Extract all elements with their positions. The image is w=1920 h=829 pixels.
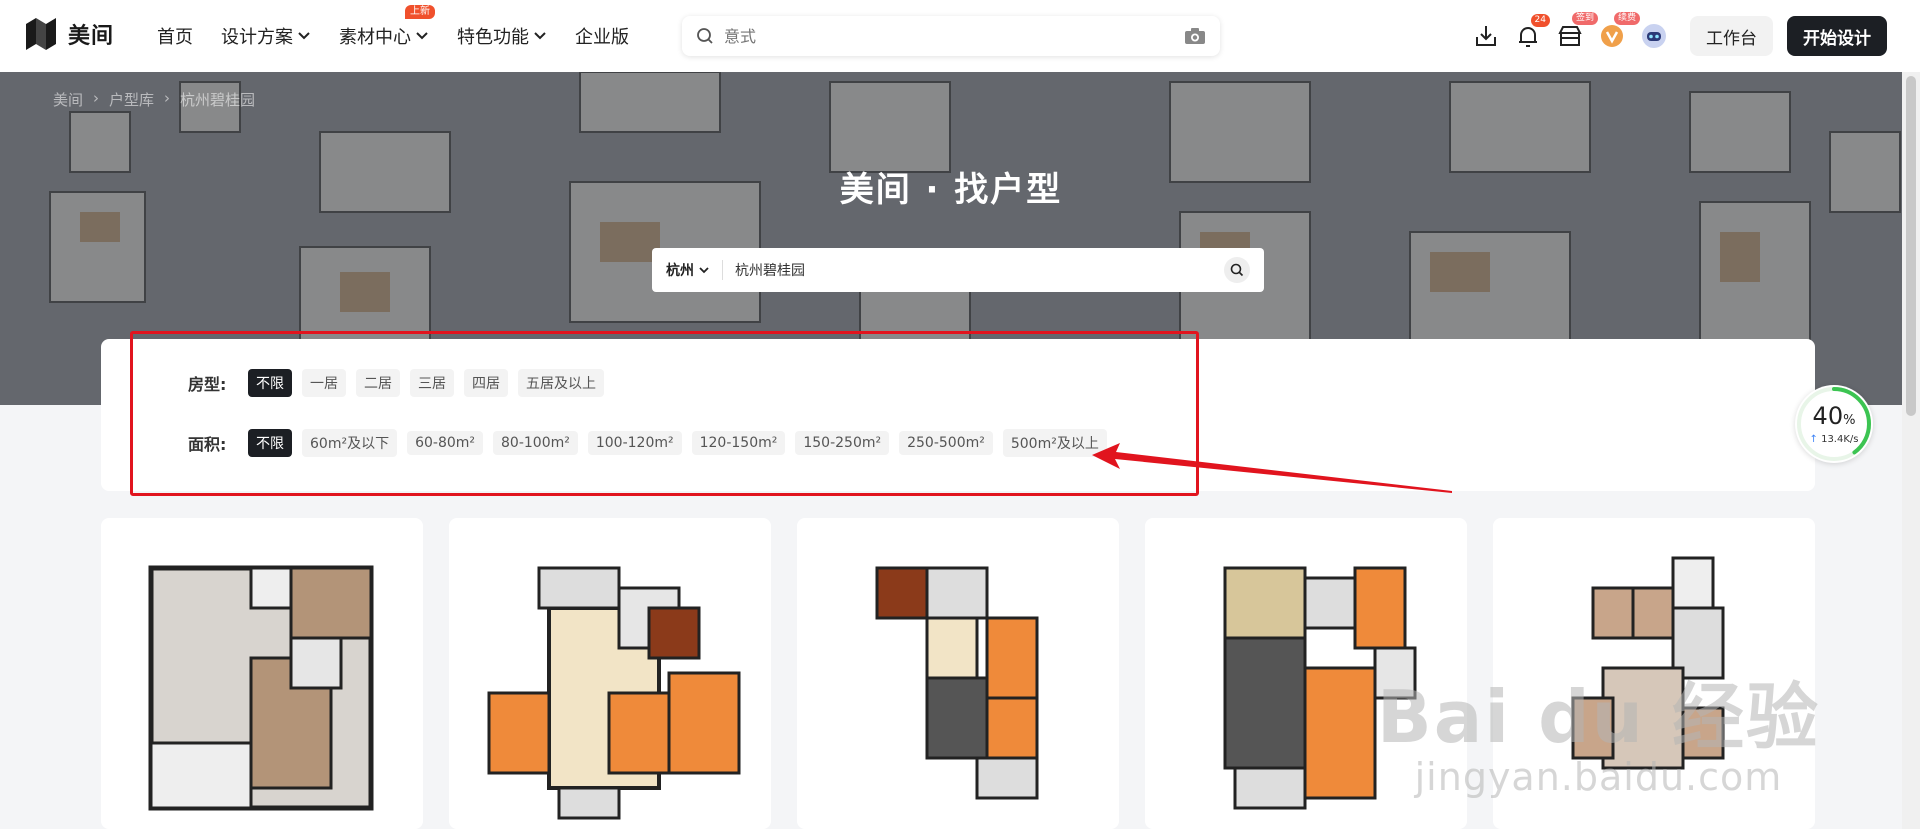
- download-button[interactable]: [1472, 22, 1500, 50]
- search-input[interactable]: [724, 26, 1184, 46]
- top-navbar: 美间 首页 设计方案 素材中心 上新 特色功能 企业版 意式 24 签到 续费 …: [0, 0, 1920, 72]
- nav-item-features[interactable]: 特色功能: [457, 23, 547, 49]
- watermark-line1: Bai du 经验: [1376, 675, 1820, 759]
- floorplan-card[interactable]: [797, 518, 1119, 829]
- search-button[interactable]: [1224, 257, 1250, 283]
- brand-name: 美间: [68, 24, 115, 49]
- room-option-5plus[interactable]: 五居及以上: [518, 369, 604, 397]
- area-option[interactable]: 150-250m²: [795, 431, 890, 455]
- avatar[interactable]: [1640, 22, 1668, 50]
- breadcrumb-item-current: 杭州碧桂园: [180, 91, 256, 109]
- floorplan-card[interactable]: [449, 518, 771, 829]
- watermark: Bai du 经验 jingyan.baidu.com: [1377, 679, 1820, 799]
- annotation-arrow-icon: [1092, 443, 1452, 493]
- room-option-3[interactable]: 三居: [410, 369, 454, 397]
- nav-item-label: 素材中心: [339, 27, 411, 48]
- speed-value: ↑ 13.4K/s: [1809, 434, 1859, 445]
- area-option[interactable]: 60m²及以下: [302, 429, 398, 457]
- breadcrumb-separator: ›: [93, 89, 100, 107]
- signin-tag: 签到: [1571, 12, 1598, 25]
- camera-icon[interactable]: [1184, 27, 1206, 45]
- area-label: 面积:: [188, 435, 227, 454]
- city-selector[interactable]: 杭州: [666, 260, 723, 280]
- scrollbar-thumb[interactable]: [1906, 76, 1916, 416]
- breadcrumb-separator: ›: [164, 89, 171, 107]
- nav-item-material-center[interactable]: 素材中心 上新: [339, 5, 435, 49]
- area-option[interactable]: 80-100m²: [493, 431, 578, 455]
- workbench-button[interactable]: 工作台: [1690, 16, 1773, 56]
- floorplan-search-bar: 杭州 杭州碧桂园: [652, 248, 1264, 292]
- floorplan-image: [148, 565, 374, 811]
- nav-item-home[interactable]: 首页: [157, 23, 193, 49]
- logo-icon: [26, 18, 56, 50]
- room-type-label: 房型:: [188, 375, 227, 394]
- area-option[interactable]: 100-120m²: [587, 431, 682, 455]
- nav-item-design-plans[interactable]: 设计方案: [221, 23, 311, 49]
- start-design-button[interactable]: 开始设计: [1787, 16, 1887, 56]
- notification-button[interactable]: 24: [1514, 14, 1550, 50]
- top-search-bar: [682, 16, 1220, 56]
- floorplan-search-input[interactable]: 杭州碧桂园: [735, 260, 1224, 280]
- area-option[interactable]: 120-150m²: [691, 431, 786, 455]
- floorplan-card[interactable]: [101, 518, 423, 829]
- chevron-down-icon: [416, 32, 428, 40]
- nav-item-label: 设计方案: [221, 27, 293, 48]
- speed-percent: 40%: [1812, 402, 1856, 430]
- breadcrumb-item-home[interactable]: 美间: [53, 89, 83, 110]
- new-badge: 上新: [405, 5, 435, 19]
- room-type-filter: 房型: 不限 一居 二居 三居 四居 五居及以上: [188, 369, 614, 397]
- area-option-any[interactable]: 不限: [248, 429, 292, 457]
- search-icon: [697, 28, 713, 44]
- nav-right-actions: 24 签到 续费 工作台 开始设计: [1472, 0, 1920, 72]
- floorplan-image: [875, 566, 1039, 800]
- hero-title: 美间 · 找户型: [839, 170, 1063, 210]
- nav-item-enterprise[interactable]: 企业版: [575, 23, 629, 49]
- watermark-line2: jingyan.baidu.com: [1414, 755, 1783, 799]
- download-icon: [1476, 26, 1496, 46]
- page-scrollbar[interactable]: [1902, 72, 1920, 829]
- vip-badge-icon: [1601, 25, 1623, 47]
- vip-button[interactable]: 续费: [1598, 12, 1640, 50]
- signin-button[interactable]: 签到: [1556, 12, 1598, 50]
- room-option-2[interactable]: 二居: [356, 369, 400, 397]
- chevron-down-icon: [298, 32, 310, 40]
- store-icon: [1558, 26, 1582, 46]
- filter-panel: 房型: 不限 一居 二居 三居 四居 五居及以上 面积: 不限 60m²及以下 …: [101, 339, 1815, 491]
- robot-avatar-icon: [1642, 24, 1666, 48]
- nav-item-label: 首页: [157, 27, 193, 48]
- main-nav: 首页 设计方案 素材中心 上新 特色功能 企业版: [157, 0, 657, 72]
- logo[interactable]: 美间: [24, 16, 114, 52]
- chevron-down-icon: [534, 32, 546, 40]
- renew-tag: 续费: [1613, 12, 1640, 25]
- room-option-4[interactable]: 四居: [464, 369, 508, 397]
- floorplan-image: [487, 566, 741, 820]
- room-option-1[interactable]: 一居: [302, 369, 346, 397]
- notification-count: 24: [1530, 14, 1550, 27]
- nav-item-label: 特色功能: [457, 27, 529, 48]
- city-label: 杭州: [666, 263, 694, 279]
- area-option[interactable]: 250-500m²: [899, 431, 993, 455]
- area-filter: 面积: 不限 60m²及以下 60-80m² 80-100m² 100-120m…: [188, 429, 1117, 457]
- search-icon: [1230, 263, 1244, 277]
- network-speed-widget[interactable]: 40% ↑ 13.4K/s: [1795, 385, 1873, 463]
- nav-item-label: 企业版: [575, 27, 629, 48]
- breadcrumb-item-floorplan-library[interactable]: 户型库: [109, 89, 154, 110]
- chevron-down-icon: [699, 267, 709, 274]
- breadcrumb: 美间 › 户型库 › 杭州碧桂园: [53, 89, 255, 110]
- room-option-any[interactable]: 不限: [248, 369, 292, 397]
- area-option[interactable]: 60-80m²: [407, 431, 484, 455]
